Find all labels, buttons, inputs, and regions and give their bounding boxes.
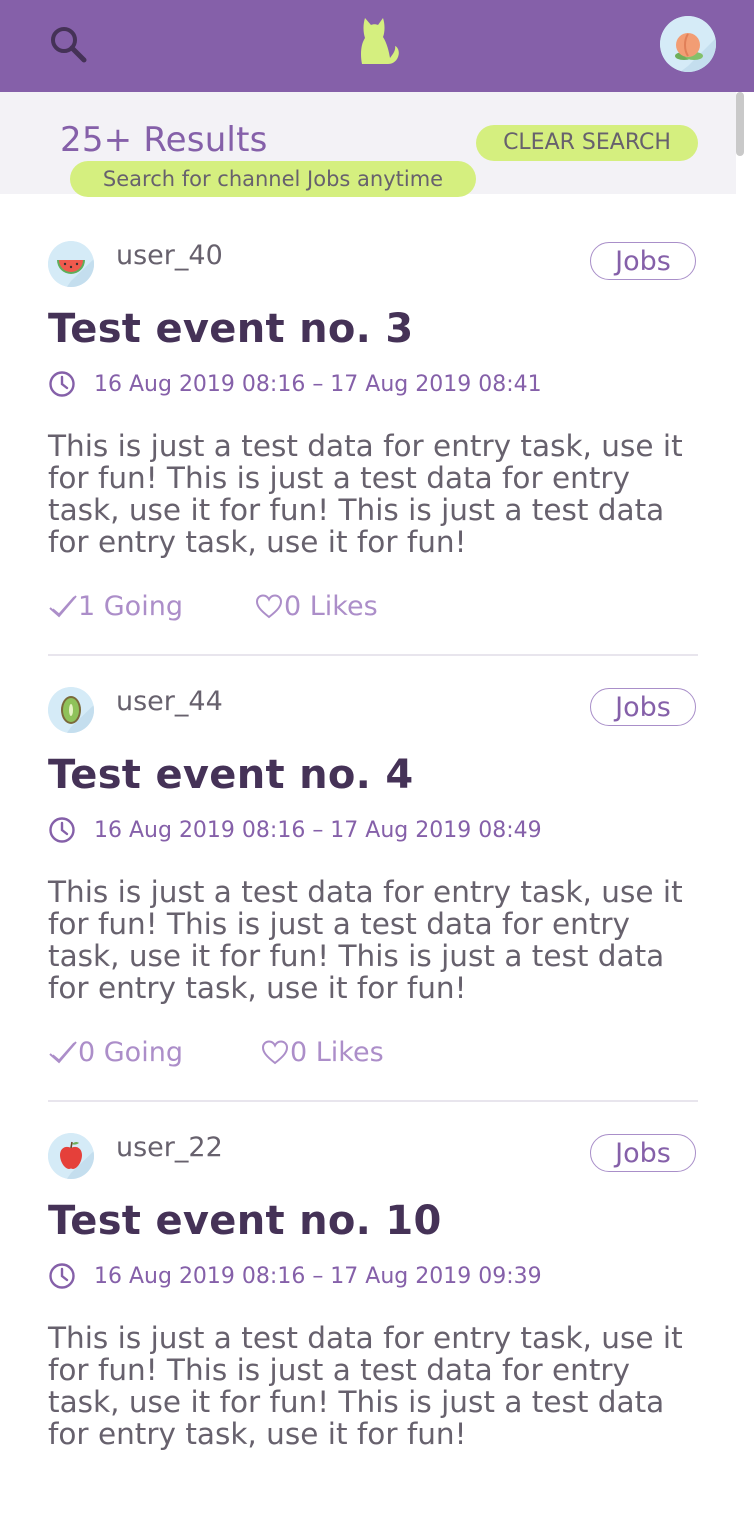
check-icon (49, 1041, 77, 1064)
channel-tag[interactable]: Jobs (590, 242, 696, 280)
search-description: Search for channel Jobs anytime (70, 161, 476, 197)
event-username[interactable]: user_22 (116, 1132, 223, 1163)
watermelon-avatar-icon (48, 241, 94, 287)
event-username[interactable]: user_44 (116, 686, 223, 717)
avatar[interactable] (48, 687, 94, 733)
avatar[interactable] (48, 1133, 94, 1179)
scrollbar[interactable] (736, 92, 744, 156)
event-title[interactable]: Test event no. 3 (48, 306, 414, 352)
clock-icon (49, 1263, 75, 1289)
channel-tag[interactable]: Jobs (590, 1134, 696, 1172)
results-count: 25+ Results (60, 120, 268, 160)
event-card[interactable]: user_40 Jobs Test event no. 3 16 Aug 201… (0, 194, 736, 656)
event-description: This is just a test data for entry task,… (48, 1321, 683, 1451)
event-time-text: 16 Aug 2019 08:16 – 17 Aug 2019 08:41 (94, 371, 542, 397)
going-count: 0 Going (78, 1036, 183, 1068)
avatar[interactable] (48, 241, 94, 287)
event-time: 16 Aug 2019 08:16 – 17 Aug 2019 09:39 (48, 1260, 542, 1292)
heart-icon (261, 1040, 289, 1065)
event-username[interactable]: user_40 (116, 240, 223, 271)
cat-logo-icon[interactable] (354, 14, 402, 66)
event-time-text: 16 Aug 2019 08:16 – 17 Aug 2019 09:39 (94, 1263, 542, 1289)
search-icon[interactable] (46, 22, 90, 66)
going-button[interactable]: 1 Going (48, 591, 254, 622)
event-time: 16 Aug 2019 08:16 – 17 Aug 2019 08:49 (48, 814, 542, 846)
event-card[interactable]: user_22 Jobs Test event no. 10 16 Aug 20… (0, 1086, 736, 1532)
kiwi-avatar-icon (48, 687, 94, 733)
check-icon (49, 595, 77, 618)
event-time-text: 16 Aug 2019 08:16 – 17 Aug 2019 08:49 (94, 817, 542, 843)
event-list: user_40 Jobs Test event no. 3 16 Aug 201… (0, 194, 736, 1532)
going-button[interactable]: 0 Going (48, 1037, 260, 1068)
clock-icon (49, 817, 75, 843)
event-actions: 0 Going 0 Likes (48, 1034, 384, 1070)
clock-icon (49, 371, 75, 397)
event-title[interactable]: Test event no. 10 (48, 1198, 442, 1244)
likes-count: 0 Likes (284, 590, 378, 622)
event-actions: 1 Going 0 Likes (48, 588, 378, 624)
heart-icon (255, 594, 283, 619)
user-avatar-button[interactable] (660, 16, 716, 72)
likes-count: 0 Likes (290, 1036, 384, 1068)
peach-avatar-icon (660, 16, 716, 72)
app-header (0, 0, 754, 92)
event-description: This is just a test data for entry task,… (48, 429, 683, 559)
apple-avatar-icon (48, 1133, 94, 1179)
going-count: 1 Going (78, 590, 183, 622)
channel-tag[interactable]: Jobs (590, 688, 696, 726)
event-card[interactable]: user_44 Jobs Test event no. 4 16 Aug 201… (0, 640, 736, 1102)
clear-search-button[interactable]: CLEAR SEARCH (476, 125, 698, 161)
like-button[interactable]: 0 Likes (254, 591, 378, 622)
event-description: This is just a test data for entry task,… (48, 875, 683, 1005)
search-results-header: 25+ Results CLEAR SEARCH Search for chan… (0, 92, 736, 197)
like-button[interactable]: 0 Likes (260, 1037, 384, 1068)
event-time: 16 Aug 2019 08:16 – 17 Aug 2019 08:41 (48, 368, 542, 400)
event-title[interactable]: Test event no. 4 (48, 752, 414, 798)
